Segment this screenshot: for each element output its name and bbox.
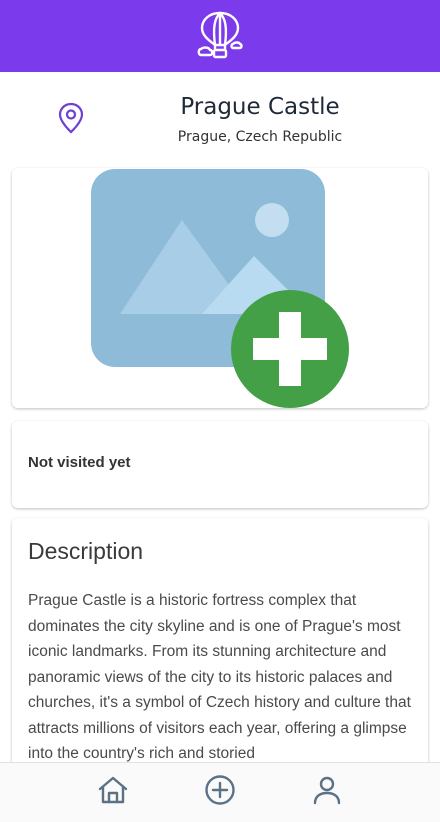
home-icon (97, 774, 129, 811)
add-circle-icon (204, 774, 236, 811)
photo-card (12, 168, 428, 408)
profile-icon (311, 774, 343, 811)
nav-add-button[interactable] (200, 773, 240, 813)
app-bar (0, 0, 440, 72)
place-location: Prague, Czech Republic (177, 129, 343, 145)
nav-profile-button[interactable] (307, 773, 347, 813)
add-photo-icon[interactable] (231, 290, 349, 413)
hot-air-balloon-icon (196, 9, 244, 64)
description-title: Description (28, 538, 144, 564)
detail-content[interactable]: Prague Castle Prague, Czech Republic Not… (0, 72, 440, 762)
description-card: Description Prague Castle is a historic … (12, 518, 428, 762)
place-title: Prague Castle (180, 94, 340, 120)
nav-home-button[interactable] (93, 773, 133, 813)
visit-status-card: Not visited yet (12, 421, 428, 508)
place-header: Prague Castle Prague, Czech Republic (0, 72, 440, 168)
visit-status-text: Not visited yet (28, 454, 131, 471)
description-body: Prague Castle is a historic fortress com… (28, 592, 411, 762)
map-pin-icon (56, 102, 86, 139)
bottom-nav (0, 762, 440, 822)
